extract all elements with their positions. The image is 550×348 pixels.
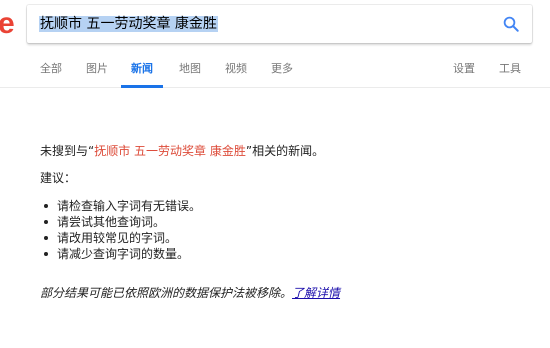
settings-link[interactable]: 设置 (453, 52, 475, 88)
no-results-prefix: 未搜到与“ (40, 144, 95, 158)
suggestion-item: 请减少查询字词的数量。 (40, 246, 201, 262)
search-icon (503, 16, 519, 32)
suggestions-title: 建议： (40, 171, 77, 185)
logo-fragment[interactable]: e (0, 6, 15, 42)
no-results-message: 未搜到与“抚顺市 五一劳动奖章 康金胜”相关的新闻。 (40, 143, 324, 159)
learn-more-link[interactable]: 了解详情 (292, 286, 340, 300)
tabs-bar: 全部 图片 新闻 地图 视频 更多 设置 工具 (0, 52, 550, 88)
tab-more[interactable]: 更多 (271, 52, 293, 88)
no-results-query: 抚顺市 五一劳动奖章 康金胜 (94, 144, 246, 158)
no-results-suffix: ”相关的新闻。 (245, 144, 325, 158)
suggestion-item: 请尝试其他查询词。 (40, 214, 201, 230)
tab-news[interactable]: 新闻 (121, 52, 163, 88)
footnote-text: 部分结果可能已依照欧洲的数据保护法被移除。 (40, 286, 293, 300)
tab-all[interactable]: 全部 (40, 52, 62, 88)
search-box: 抚顺市 五一劳动奖章 康金胜 (27, 5, 532, 43)
search-query-text: 抚顺市 五一劳动奖章 康金胜 (39, 16, 218, 32)
suggestion-item: 请检查输入字词有无错误。 (40, 198, 201, 214)
tab-images[interactable]: 图片 (86, 52, 108, 88)
search-input[interactable]: 抚顺市 五一劳动奖章 康金胜 (39, 14, 218, 34)
tools-link[interactable]: 工具 (499, 52, 521, 88)
privacy-footnote: 部分结果可能已依照欧洲的数据保护法被移除。了解详情 (40, 285, 340, 301)
suggestions-list: 请检查输入字词有无错误。 请尝试其他查询词。 请改用较常见的字词。 请减少查询字… (40, 198, 201, 262)
tab-videos[interactable]: 视频 (225, 52, 247, 88)
search-button[interactable] (498, 11, 524, 37)
tab-maps[interactable]: 地图 (179, 52, 201, 88)
suggestion-item: 请改用较常见的字词。 (40, 230, 201, 246)
